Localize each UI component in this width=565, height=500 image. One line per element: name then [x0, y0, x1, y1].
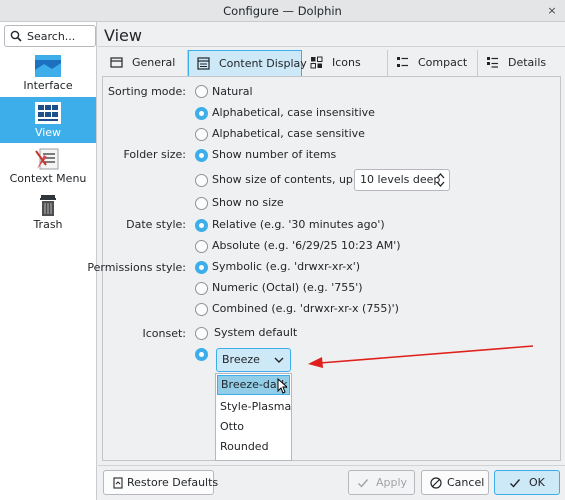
- sidebar-item-trash[interactable]: Trash: [0, 189, 96, 235]
- iconset-system-default-radio[interactable]: [195, 327, 208, 340]
- sorting-case-sensitive-label[interactable]: Alphabetical, case sensitive: [212, 127, 365, 140]
- search-icon: [10, 30, 22, 42]
- sidebar-item-interface[interactable]: Interface: [0, 50, 96, 96]
- spin-arrows-icon[interactable]: [436, 172, 445, 188]
- compact-icon: [397, 57, 408, 67]
- iconset-combobox[interactable]: Breeze: [216, 348, 291, 372]
- permissions-combined-radio[interactable]: [195, 303, 208, 316]
- details-icon: [487, 57, 498, 68]
- permissions-combined-label[interactable]: Combined (e.g. 'drwxr-xr-x (755)'): [212, 302, 399, 315]
- permissions-symbolic-label[interactable]: Symbolic (e.g. 'drwxr-xr-x'): [212, 260, 360, 273]
- folder-size-contents-radio[interactable]: [195, 174, 208, 187]
- iconset-custom-radio[interactable]: [195, 348, 208, 361]
- window-title: Configure — Dolphin: [223, 4, 342, 18]
- tab-general[interactable]: General: [102, 50, 188, 76]
- tab-label: Compact: [418, 56, 468, 69]
- sidebar-item-label: View: [34, 126, 62, 139]
- check-icon: [358, 479, 369, 488]
- chevron-down-icon: [274, 357, 284, 363]
- view-icon: [35, 102, 61, 124]
- dropdown-item-style-plasma[interactable]: Style-Plasma: [217, 397, 291, 417]
- check-icon: [510, 479, 521, 488]
- icons-icon: [310, 56, 323, 69]
- folder-size-contents-label[interactable]: Show size of contents, up to: [212, 173, 367, 186]
- interface-icon: [35, 55, 61, 77]
- cancel-icon: [430, 477, 442, 489]
- permissions-style-label: Permissions style:: [87, 261, 186, 274]
- folder-size-none-radio[interactable]: [195, 197, 208, 210]
- context-menu-icon: [35, 148, 59, 170]
- sidebar-item-context-menu[interactable]: Context Menu: [0, 143, 96, 189]
- tab-label: General: [132, 56, 176, 69]
- folder-size-items-label[interactable]: Show number of items: [212, 148, 336, 161]
- apply-button[interactable]: Apply: [348, 470, 415, 495]
- permissions-symbolic-radio[interactable]: [195, 261, 208, 274]
- tab-label: Details: [508, 56, 547, 69]
- footer-divider: [98, 465, 565, 466]
- window-titlebar: Configure — Dolphin ×: [0, 0, 565, 22]
- tab-compact[interactable]: Compact: [388, 50, 478, 76]
- dropdown-item-rounded[interactable]: Rounded: [217, 437, 290, 457]
- iconset-label: Iconset:: [142, 327, 186, 340]
- general-icon: [110, 57, 123, 68]
- header-divider: [98, 46, 565, 47]
- sorting-natural-radio[interactable]: [195, 85, 208, 98]
- sidebar-item-label: Trash: [33, 218, 63, 231]
- ok-button[interactable]: OK: [494, 470, 560, 495]
- annotation-arrow-icon: [308, 345, 534, 368]
- cancel-button[interactable]: Cancel: [421, 470, 489, 495]
- sidebar-item-view[interactable]: View: [0, 97, 96, 143]
- permissions-numeric-radio[interactable]: [195, 282, 208, 295]
- content-display-icon: [197, 57, 210, 70]
- date-relative-label[interactable]: Relative (e.g. '30 minutes ago'): [212, 218, 385, 231]
- sidebar: Interface View Context Menu: [0, 22, 97, 500]
- iconset-combo-value: Breeze: [222, 353, 260, 366]
- page-title: View: [104, 26, 142, 45]
- date-relative-radio[interactable]: [195, 219, 208, 232]
- ok-label: OK: [529, 476, 545, 489]
- permissions-numeric-label[interactable]: Numeric (Octal) (e.g. '755'): [212, 281, 363, 294]
- mouse-cursor-icon: [277, 378, 287, 394]
- iconset-system-default-label[interactable]: System default: [214, 326, 297, 339]
- tab-label: Icons: [332, 56, 361, 69]
- restore-defaults-label: Restore Defaults: [127, 476, 219, 489]
- sorting-case-sensitive-radio[interactable]: [195, 128, 208, 141]
- apply-label: Apply: [376, 476, 408, 489]
- levels-value: 10 levels deep: [360, 173, 441, 186]
- search-box[interactable]: [4, 25, 96, 47]
- sorting-case-insensitive-label[interactable]: Alphabetical, case insensitive: [212, 106, 375, 119]
- tab-bar: General Content Display Icons Compact De…: [102, 50, 562, 76]
- dropdown-item-otto[interactable]: Otto: [217, 417, 290, 437]
- levels-spinbox[interactable]: 10 levels deep: [354, 169, 450, 191]
- date-absolute-radio[interactable]: [195, 240, 208, 253]
- tab-details[interactable]: Details: [478, 50, 560, 76]
- search-input[interactable]: [27, 28, 93, 44]
- restore-icon: [113, 477, 123, 489]
- sorting-case-insensitive-radio[interactable]: [195, 107, 208, 120]
- folder-size-label: Folder size:: [123, 148, 186, 161]
- folder-size-none-label[interactable]: Show no size: [212, 196, 284, 209]
- date-style-label: Date style:: [126, 218, 186, 231]
- date-absolute-label[interactable]: Absolute (e.g. '6/29/25 10:23 AM'): [212, 239, 401, 252]
- folder-size-items-radio[interactable]: [195, 149, 208, 162]
- tab-icons[interactable]: Icons: [302, 50, 388, 76]
- sidebar-item-label: Interface: [23, 79, 73, 92]
- sorting-natural-label[interactable]: Natural: [212, 85, 253, 98]
- tab-content-display[interactable]: Content Display: [188, 50, 307, 76]
- sorting-mode-label: Sorting mode:: [108, 85, 186, 98]
- tab-label: Content Display: [219, 57, 307, 70]
- cancel-label: Cancel: [447, 476, 485, 489]
- sidebar-item-label: Context Menu: [9, 172, 87, 185]
- close-icon[interactable]: ×: [545, 4, 559, 18]
- trash-icon: [40, 195, 56, 216]
- restore-defaults-button[interactable]: Restore Defaults: [103, 470, 218, 495]
